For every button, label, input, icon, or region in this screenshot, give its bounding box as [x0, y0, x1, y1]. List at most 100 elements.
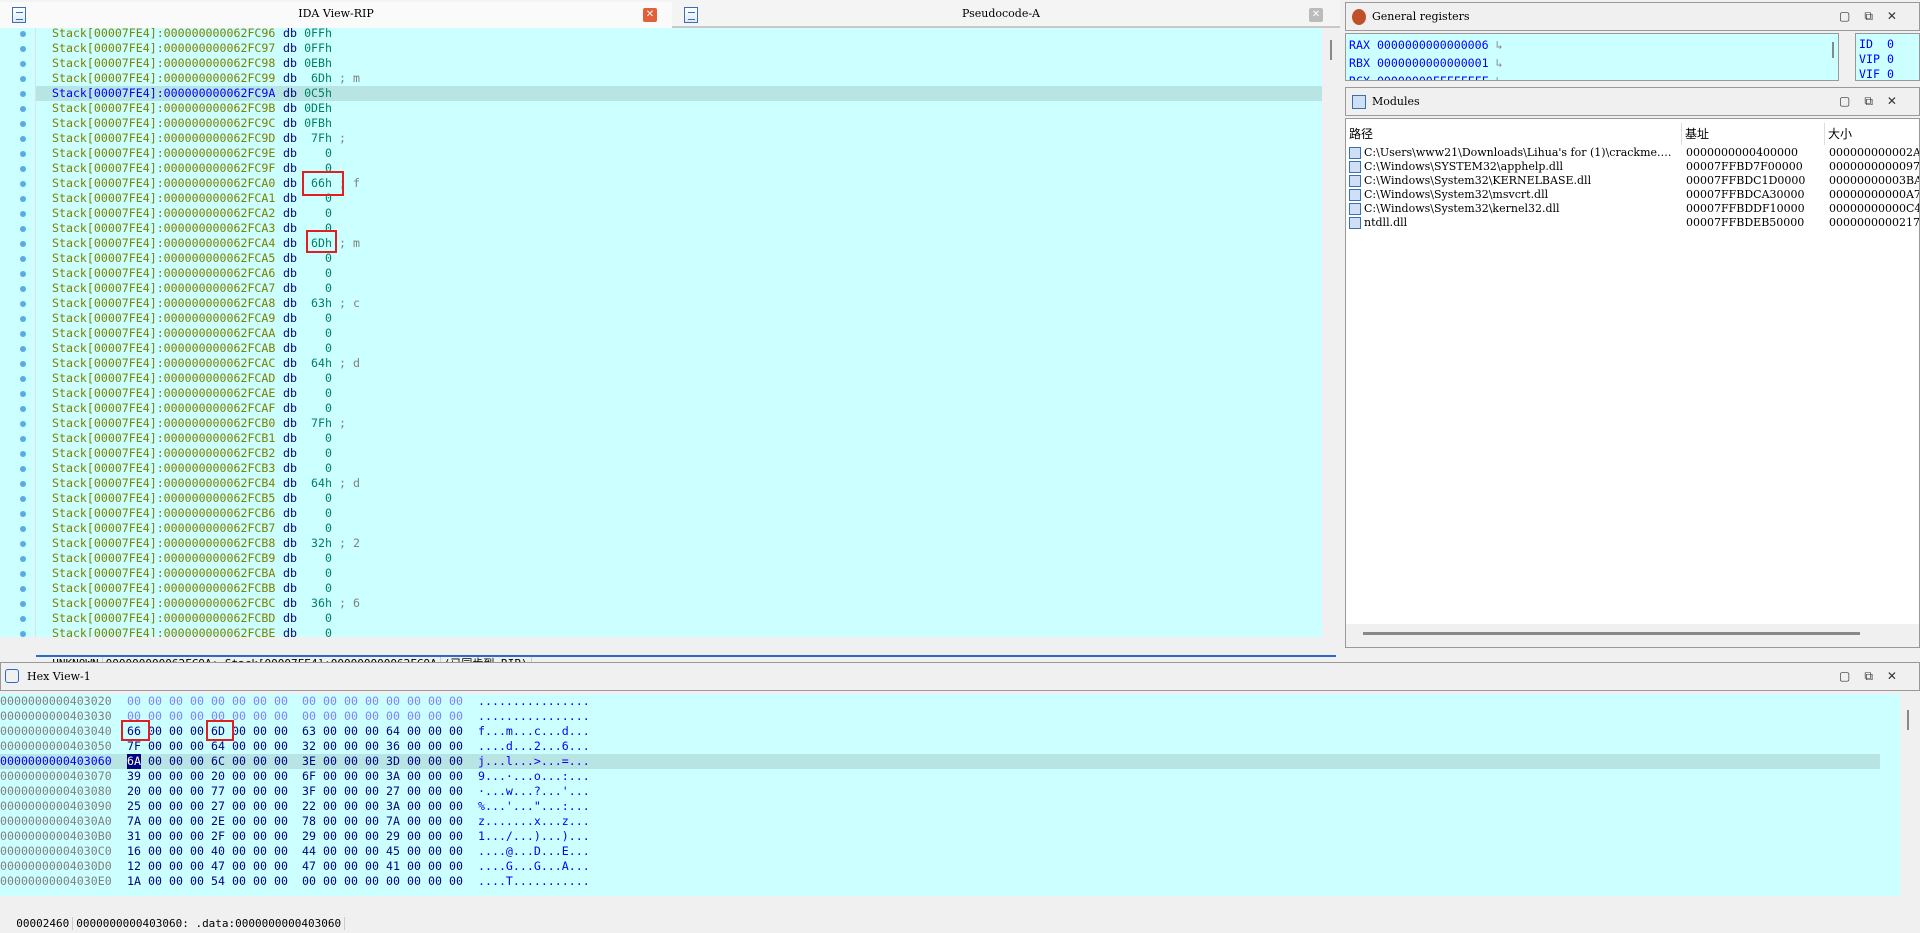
- hex-byte[interactable]: 00: [253, 784, 267, 799]
- breakpoint-dot[interactable]: [20, 481, 26, 487]
- hex-byte[interactable]: 00: [274, 814, 288, 829]
- hex-byte[interactable]: 00: [323, 769, 337, 784]
- breakpoint-dot[interactable]: [20, 76, 26, 82]
- breakpoint-dot[interactable]: [20, 466, 26, 472]
- hex-byte[interactable]: 00: [428, 754, 442, 769]
- disasm-row[interactable]: Stack[00007FE4]:000000000062FCB2 db 0: [36, 446, 1322, 461]
- hex-byte[interactable]: 00: [169, 769, 183, 784]
- breakpoint-dot[interactable]: [20, 376, 26, 382]
- breakpoint-dot[interactable]: [20, 556, 26, 562]
- hex-byte[interactable]: 6C: [211, 754, 225, 769]
- scrollbar[interactable]: [1330, 40, 1332, 60]
- hex-byte[interactable]: 36: [386, 739, 400, 754]
- hex-byte[interactable]: 00: [428, 784, 442, 799]
- hex-byte[interactable]: 00: [407, 739, 421, 754]
- hex-byte[interactable]: 00: [365, 739, 379, 754]
- scrollbar[interactable]: [1832, 42, 1834, 58]
- jump-arrow-icon[interactable]: ↳: [1489, 74, 1503, 80]
- hex-byte[interactable]: 00: [253, 754, 267, 769]
- hex-byte[interactable]: 00: [148, 694, 162, 709]
- hex-byte[interactable]: 00: [344, 784, 358, 799]
- hex-byte[interactable]: 00: [428, 859, 442, 874]
- hex-byte[interactable]: 00: [428, 694, 442, 709]
- hex-byte[interactable]: 00: [449, 784, 463, 799]
- breakpoint-dot[interactable]: [20, 91, 26, 97]
- breakpoint-dot[interactable]: [20, 31, 26, 37]
- hex-row[interactable]: 0000000000403090 25 00 00 00 27 00 00 00 22 00 00 00…: [0, 799, 1880, 814]
- hex-byte[interactable]: 00: [148, 844, 162, 859]
- disasm-row[interactable]: Stack[00007FE4]:000000000062FCA9 db 0: [36, 311, 1322, 326]
- hex-byte[interactable]: 00: [344, 799, 358, 814]
- hex-byte[interactable]: 00: [407, 769, 421, 784]
- hex-byte[interactable]: 00: [365, 784, 379, 799]
- hex-byte[interactable]: 00: [449, 829, 463, 844]
- hex-byte[interactable]: 00: [190, 694, 204, 709]
- hex-byte[interactable]: 00: [344, 829, 358, 844]
- hex-byte[interactable]: 00: [323, 709, 337, 724]
- hex-byte[interactable]: 7F: [127, 739, 141, 754]
- breakpoint-dot[interactable]: [20, 61, 26, 67]
- flags-view[interactable]: ID 0 VIP 0 VIF 0: [1855, 33, 1920, 81]
- hex-byte[interactable]: 00: [253, 874, 267, 889]
- window-buttons[interactable]: ▢⧉✕: [1839, 669, 1911, 684]
- hex-byte[interactable]: 00: [302, 694, 316, 709]
- hex-byte[interactable]: 47: [211, 859, 225, 874]
- disasm-row[interactable]: Stack[00007FE4]:000000000062FC96 db 0FFh: [36, 28, 1322, 41]
- hex-byte[interactable]: 00: [232, 739, 246, 754]
- disasm-row[interactable]: Stack[00007FE4]:000000000062FC98 db 0EBh: [36, 56, 1322, 71]
- hex-byte[interactable]: 00: [190, 709, 204, 724]
- hex-byte[interactable]: 27: [211, 799, 225, 814]
- hex-byte[interactable]: 00: [323, 799, 337, 814]
- hex-byte[interactable]: 2E: [211, 814, 225, 829]
- hex-view[interactable]: 00000000004030E0 1A 00 00 00 54 00 00 00 00 00 00 00…: [0, 694, 1900, 896]
- disasm-row[interactable]: Stack[00007FE4]:000000000062FCB4 db 64h ; d: [36, 476, 1322, 491]
- tab-pseudocode[interactable]: Pseudocode-A ✕: [672, 2, 1330, 28]
- hex-byte[interactable]: 3A: [386, 769, 400, 784]
- scrollbar[interactable]: [1363, 632, 1860, 635]
- hex-byte[interactable]: 00: [274, 769, 288, 784]
- column-header-path[interactable]: 路径: [1346, 123, 1682, 145]
- hex-row[interactable]: 0000000000403030 00 00 00 00 00 00 00 00 00 00 00 00…: [0, 709, 1880, 724]
- disasm-row[interactable]: Stack[00007FE4]:000000000062FCBC db 36h ; 6: [36, 596, 1322, 611]
- disasm-row[interactable]: Stack[00007FE4]:000000000062FCAF db 0: [36, 401, 1322, 416]
- disasm-row[interactable]: Stack[00007FE4]:000000000062FCB7 db 0: [36, 521, 1322, 536]
- flag-row[interactable]: VIP 0: [1859, 52, 1894, 67]
- scrollbar[interactable]: [1907, 710, 1909, 730]
- hex-byte[interactable]: 00: [344, 739, 358, 754]
- hex-byte[interactable]: 39: [127, 769, 141, 784]
- hex-byte[interactable]: 00: [302, 709, 316, 724]
- breakpoint-dot[interactable]: [20, 406, 26, 412]
- hex-byte[interactable]: 00: [386, 694, 400, 709]
- disasm-row[interactable]: Stack[00007FE4]:000000000062FCA4 db 6Dh; m: [36, 236, 1322, 251]
- hex-row[interactable]: 0000000000403060 6A 00 00 00 6C 00 00 00 3E 00 00 00…: [0, 754, 1880, 769]
- hex-byte[interactable]: 00: [148, 859, 162, 874]
- hex-byte[interactable]: 00: [428, 814, 442, 829]
- hex-byte[interactable]: 00: [169, 844, 183, 859]
- hex-byte[interactable]: 00: [365, 709, 379, 724]
- hex-row[interactable]: 00000000004030E0 1A 00 00 00 54 00 00 00 00 00 00 00…: [0, 874, 1880, 889]
- hex-byte[interactable]: 00: [428, 844, 442, 859]
- hex-row[interactable]: 0000000000403040 66 00 00 00 6D 00 00 00 63 00 00 00…: [0, 724, 1880, 739]
- hex-byte[interactable]: 00: [344, 814, 358, 829]
- hex-byte[interactable]: 00: [148, 754, 162, 769]
- hex-byte[interactable]: 00: [253, 814, 267, 829]
- hex-byte[interactable]: 00: [169, 784, 183, 799]
- hex-byte[interactable]: 00: [127, 694, 141, 709]
- hex-byte[interactable]: 12: [127, 859, 141, 874]
- hex-byte[interactable]: 00: [344, 874, 358, 889]
- disasm-row[interactable]: Stack[00007FE4]:000000000062FCB6 db 0: [36, 506, 1322, 521]
- hex-byte[interactable]: 00: [232, 829, 246, 844]
- hex-row[interactable]: 0000000000403070 39 00 00 00 20 00 00 00 6F 00 00 00…: [0, 769, 1880, 784]
- hex-byte[interactable]: 00: [169, 754, 183, 769]
- hex-byte[interactable]: 00: [344, 844, 358, 859]
- hex-byte[interactable]: 29: [386, 829, 400, 844]
- disasm-row[interactable]: Stack[00007FE4]:000000000062FC9F db 0: [36, 161, 1322, 176]
- hex-byte[interactable]: 00: [253, 739, 267, 754]
- close-icon[interactable]: ✕: [1309, 8, 1323, 22]
- hex-byte[interactable]: 00: [407, 874, 421, 889]
- hex-byte[interactable]: 00: [274, 739, 288, 754]
- hex-byte[interactable]: 00: [386, 874, 400, 889]
- breakpoint-dot[interactable]: [20, 241, 26, 247]
- hex-byte[interactable]: 00: [274, 754, 288, 769]
- module-row[interactable]: C:\Windows\System32\KERNELBASE.dll 00007F…: [1346, 174, 1919, 188]
